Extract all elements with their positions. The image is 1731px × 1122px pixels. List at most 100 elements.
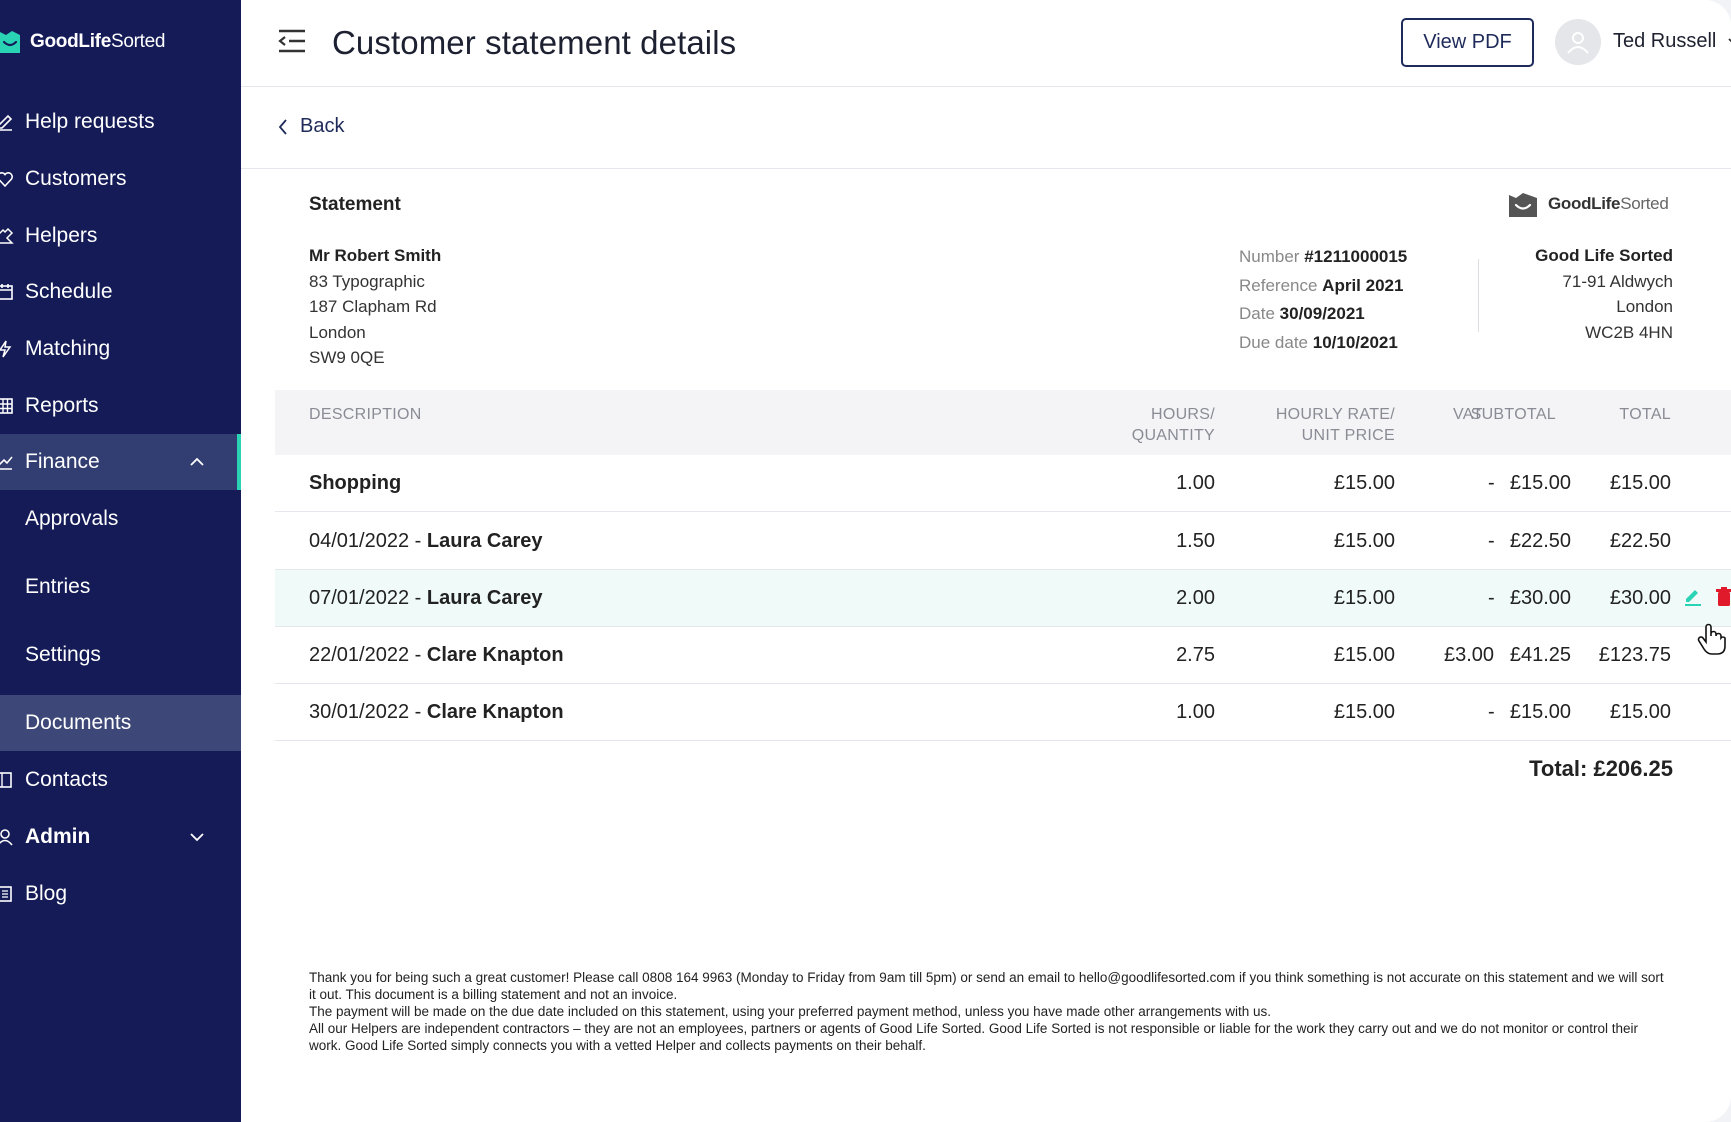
address-city: London xyxy=(1616,297,1673,316)
back-bar: Back xyxy=(241,88,1731,169)
calendar-icon xyxy=(0,281,16,303)
table-row[interactable]: 22/01/2022 - Clare Knapton 2.75 £15.00 £… xyxy=(275,627,1731,684)
row-quantity: 1.00 xyxy=(1176,701,1215,723)
sidebar-item-contacts[interactable]: Contacts xyxy=(0,752,241,808)
table-row[interactable]: 30/01/2022 - Clare Knapton 1.00 £15.00 £… xyxy=(275,684,1731,741)
sidebar-item-reports[interactable]: Reports xyxy=(0,378,241,434)
row-subtotal: £41.25 xyxy=(1509,644,1571,666)
sidebar-item-approvals[interactable]: Approvals xyxy=(0,491,241,547)
back-link[interactable]: Back xyxy=(278,115,344,138)
sidebar-item-label: Matching xyxy=(25,337,111,360)
meta-reference: Reference April 2021 xyxy=(1239,275,1404,295)
meta-number: Number #1211000015 xyxy=(1239,247,1408,266)
table-icon xyxy=(0,395,16,417)
row-rate: £15.00 xyxy=(1333,701,1395,723)
address-postcode: SW9 0QE xyxy=(309,348,385,367)
heart-icon xyxy=(0,168,16,190)
sidebar-item-schedule[interactable]: Schedule xyxy=(0,264,241,320)
sidebar-item-label: Contacts xyxy=(25,768,108,791)
table-row[interactable]: 04/01/2022 - Laura Carey 1.50 £15.00 £22… xyxy=(275,513,1731,570)
row-rate: £15.00 xyxy=(1333,530,1395,552)
helpers-icon xyxy=(0,225,16,247)
row-quantity: 1.00 xyxy=(1176,472,1215,494)
statement-title: Statement xyxy=(309,194,401,215)
sidebar-item-entries[interactable]: Entries xyxy=(0,559,241,615)
pencil-icon xyxy=(0,111,16,133)
row-rate: £15.00 xyxy=(1333,472,1395,494)
sidebar-item-label: Documents xyxy=(25,711,132,734)
user-menu[interactable]: Ted Russell xyxy=(1613,30,1731,53)
contacts-book-icon xyxy=(0,769,16,791)
table-header: DESCRIPTION HOURS/QUANTITY HOURLY RATE/U… xyxy=(275,390,1731,455)
column-header-vat: VAT xyxy=(1453,406,1483,423)
meta-due-date: Due date 10/10/2021 xyxy=(1239,332,1398,352)
sidebar-item-helpers[interactable]: Helpers xyxy=(0,208,241,264)
sidebar-item-customers[interactable]: Customers xyxy=(0,151,241,207)
address-city: London xyxy=(309,322,366,342)
row-actions xyxy=(1683,587,1731,612)
meta-date: Date 30/09/2021 xyxy=(1239,304,1365,323)
meta-divider xyxy=(1478,259,1479,332)
row-subtotal: £30.00 xyxy=(1509,587,1571,609)
column-header-description: DESCRIPTION xyxy=(309,406,422,423)
logo-icon xyxy=(1509,193,1537,217)
row-subtotal: £22.50 xyxy=(1509,530,1571,552)
user-icon xyxy=(0,826,16,848)
statement-brand-logo: GoodLifeSorted xyxy=(1508,190,1669,218)
sidebar-item-matching[interactable]: Matching xyxy=(0,321,241,377)
app-logo[interactable]: GoodLifeSorted xyxy=(0,22,165,62)
company-name: Good Life Sorted xyxy=(1535,246,1673,265)
address-line: 71-91 Aldwych xyxy=(1562,271,1673,291)
sidebar-item-label: Entries xyxy=(25,575,91,598)
sidebar-item-settings[interactable]: Settings xyxy=(0,627,241,683)
chevron-left-icon xyxy=(278,118,287,135)
row-quantity: 1.50 xyxy=(1176,530,1215,552)
row-total: £123.75 xyxy=(1598,644,1671,666)
row-description: 30/01/2022 - Clare Knapton xyxy=(309,701,564,723)
row-total: £22.50 xyxy=(1609,530,1671,552)
customer-address: Mr Robert Smith 83 Typographic 187 Claph… xyxy=(309,243,441,371)
footer-paragraph: All our Helpers are independent contract… xyxy=(309,1021,1638,1053)
sidebar-item-label: Schedule xyxy=(25,280,113,303)
address-postcode: WC2B 4HN xyxy=(1585,322,1673,342)
sidebar-item-label: Help requests xyxy=(25,110,155,133)
sidebar-item-label: Reports xyxy=(25,394,99,417)
edit-pencil-icon[interactable] xyxy=(1683,587,1703,612)
statement-meta: Number #1211000015 Reference April 2021 … xyxy=(1239,243,1407,357)
row-rate: £15.00 xyxy=(1333,587,1395,609)
table-row[interactable]: Shopping 1.00 £15.00 £15.00 - £15.00 xyxy=(275,455,1731,512)
sidebar-item-help-requests[interactable]: Help requests xyxy=(0,94,241,150)
view-pdf-button[interactable]: View PDF xyxy=(1401,18,1534,67)
delete-trash-icon[interactable] xyxy=(1715,587,1731,612)
row-description: Shopping xyxy=(309,472,402,494)
sidebar-item-label: Finance xyxy=(25,450,100,473)
table-row-hovered[interactable]: 07/01/2022 - Laura Carey 2.00 £15.00 £30… xyxy=(275,570,1731,627)
column-header-hours: HOURS/QUANTITY xyxy=(1131,406,1215,444)
row-quantity: 2.00 xyxy=(1176,587,1215,609)
avatar[interactable] xyxy=(1555,19,1601,65)
sidebar-item-documents[interactable]: Documents xyxy=(0,695,241,751)
sidebar-item-label: Admin xyxy=(25,825,91,848)
sidebar-item-admin[interactable]: Admin xyxy=(0,809,241,865)
sidebar-item-finance[interactable]: Finance xyxy=(0,434,241,490)
chevron-up-icon[interactable] xyxy=(189,452,205,476)
row-description: 22/01/2022 - Clare Knapton xyxy=(309,644,564,666)
sidebar-item-blog[interactable]: Blog xyxy=(0,866,241,922)
footer-paragraph: The payment will be made on the due date… xyxy=(309,1004,1272,1019)
row-rate: £15.00 xyxy=(1333,644,1395,666)
chart-icon xyxy=(0,451,16,473)
footer-paragraph: Thank you for being such a great custome… xyxy=(309,970,1664,1002)
row-description: 07/01/2022 - Laura Carey xyxy=(309,587,543,609)
chevron-down-icon[interactable] xyxy=(189,827,205,851)
sidebar-item-label: Approvals xyxy=(25,507,119,530)
collapse-menu-icon[interactable] xyxy=(277,28,307,54)
address-line: 83 Typographic xyxy=(309,271,425,291)
row-total: £15.00 xyxy=(1609,472,1671,494)
statement-footer: Thank you for being such a great custome… xyxy=(309,969,1664,1054)
sidebar: GoodLifeSorted Help requests Customers H… xyxy=(0,0,241,1122)
row-total: £15.00 xyxy=(1609,701,1671,723)
hand-cursor-icon xyxy=(1697,622,1727,661)
row-vat: - xyxy=(1488,701,1495,723)
grand-total: Total: £206.25 xyxy=(1529,756,1673,781)
sidebar-item-label: Settings xyxy=(25,643,101,666)
